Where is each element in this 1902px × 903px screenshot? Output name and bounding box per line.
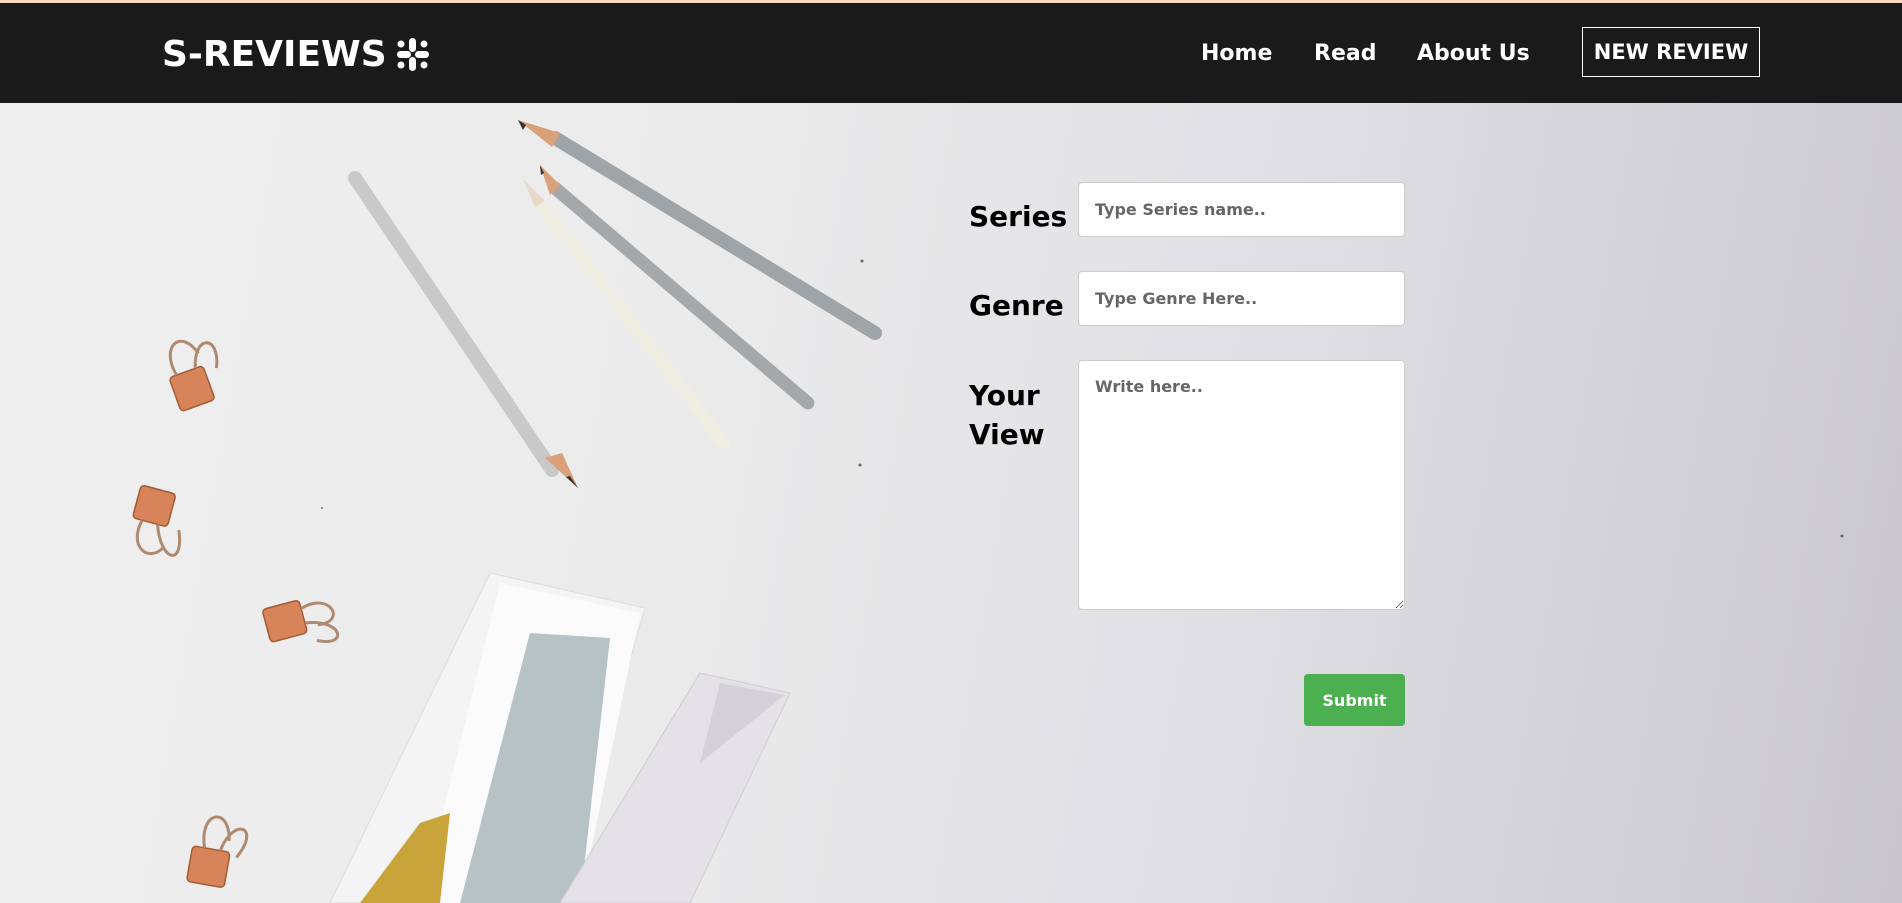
submit-button[interactable]: Submit bbox=[1304, 674, 1405, 726]
nav-read[interactable]: Read bbox=[1314, 41, 1376, 66]
brand-logo[interactable]: S-REVIEWS bbox=[162, 34, 433, 75]
genre-input[interactable] bbox=[1078, 271, 1405, 326]
new-review-button[interactable]: NEW REVIEW bbox=[1582, 27, 1760, 77]
your-view-textarea[interactable] bbox=[1078, 360, 1405, 610]
nav-home[interactable]: Home bbox=[1201, 41, 1272, 66]
series-label: Series bbox=[969, 200, 1068, 233]
hash-logo-icon bbox=[396, 37, 429, 71]
hero-section: Series Genre Your View Submit bbox=[0, 103, 1902, 903]
navbar: S-REVIEWS Home Read About Us NEW REVIEW bbox=[0, 3, 1902, 103]
your-view-label: Your View bbox=[969, 379, 1045, 451]
series-input[interactable] bbox=[1078, 182, 1405, 237]
brand-name: S-REVIEWS bbox=[162, 34, 387, 75]
stationery-background-image bbox=[132, 120, 1844, 903]
nav-about-us[interactable]: About Us bbox=[1417, 41, 1530, 66]
genre-label: Genre bbox=[969, 289, 1064, 322]
